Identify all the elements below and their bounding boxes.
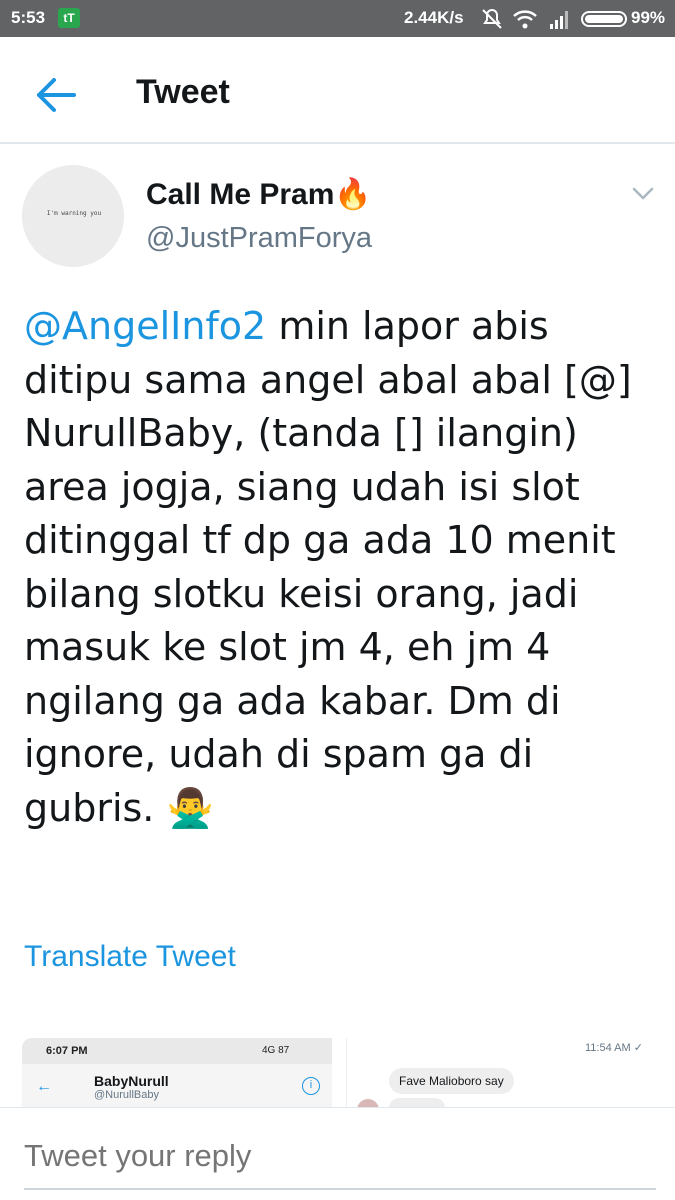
signal-icon xyxy=(550,11,568,29)
status-bar: 5:53 tT 2.44K/s 99% xyxy=(0,0,675,37)
page-title: Tweet xyxy=(136,73,230,111)
avatar[interactable]: I'm warning you xyxy=(22,165,124,267)
tweet-body: min lapor abis ditipu sama angel abal ab… xyxy=(24,304,644,830)
arrow-left-icon xyxy=(37,78,76,112)
battery-level xyxy=(585,15,623,23)
chevron-down-icon[interactable] xyxy=(630,183,656,203)
reply-underline xyxy=(24,1188,656,1190)
network-speed: 2.44K/s xyxy=(404,8,464,27)
fire-emoji-icon: 🔥 xyxy=(334,178,372,211)
display-name-text: Call Me Pram xyxy=(146,178,335,211)
media-profile-name: BabyNurull xyxy=(94,1073,169,1089)
wifi-icon xyxy=(513,10,537,29)
media-message-bubble: Fave Malioboro say xyxy=(389,1068,514,1094)
app-header: Tweet xyxy=(0,37,675,144)
reply-input[interactable] xyxy=(24,1138,624,1174)
translate-tweet-link[interactable]: Translate Tweet xyxy=(24,940,236,974)
mute-icon xyxy=(482,8,502,29)
battery-icon xyxy=(581,11,627,27)
media-network: 4G 87 xyxy=(262,1045,290,1056)
battery-percent: 99% xyxy=(631,8,666,27)
media-image-1[interactable]: 6:07 PM 4G 87 ← BabyNurull @NurullBaby i xyxy=(22,1038,332,1108)
display-name[interactable]: Call Me Pram🔥 xyxy=(146,177,372,212)
media-image-2[interactable]: 11:54 AM ✓ Fave Malioboro say xyxy=(346,1038,656,1108)
app-badge-icon: tT xyxy=(58,8,80,28)
back-button[interactable] xyxy=(28,67,84,123)
mention-link[interactable]: @AngelInfo2 xyxy=(24,304,266,348)
tweet-text: @AngelInfo2 min lapor abis ditipu sama a… xyxy=(24,300,664,835)
media-info-icon: i xyxy=(302,1077,320,1095)
user-handle[interactable]: @JustPramForya xyxy=(146,222,372,255)
media-profile-handle: @NurullBaby xyxy=(94,1089,159,1101)
media-message-time: 11:54 AM ✓ xyxy=(585,1042,643,1054)
media-time: 6:07 PM xyxy=(46,1045,88,1057)
reply-bar xyxy=(0,1107,675,1200)
status-time: 5:53 xyxy=(11,8,46,27)
person-gesturing-no-emoji-icon: 🙅‍♂️ xyxy=(166,785,214,830)
media-back-arrow-icon: ← xyxy=(36,1078,52,1095)
avatar-text: I'm warning you xyxy=(46,210,102,217)
media-attachments: 6:07 PM 4G 87 ← BabyNurull @NurullBaby i… xyxy=(22,1038,656,1108)
